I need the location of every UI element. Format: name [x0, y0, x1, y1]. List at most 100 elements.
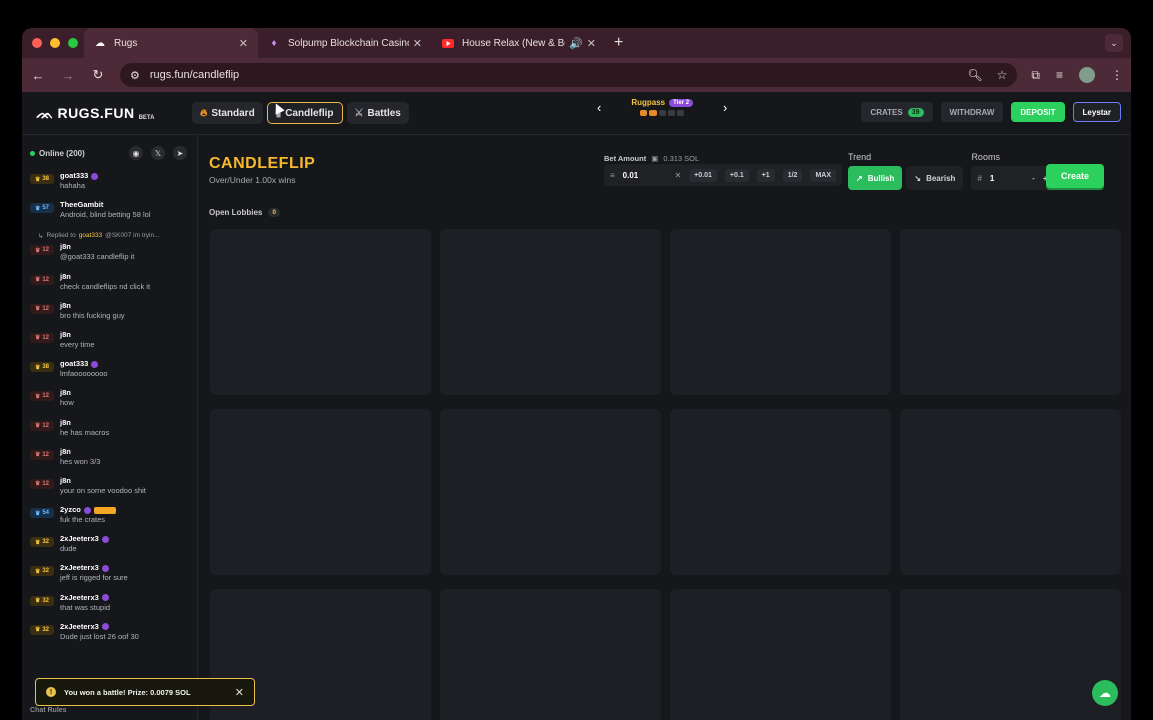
discord-icon[interactable]: ◉: [129, 146, 143, 160]
level-number: 12: [42, 305, 50, 312]
chat-message: ♛ 38 goat333 lmfaoooooooo: [30, 359, 189, 388]
chat-username[interactable]: j8n: [60, 301, 71, 311]
chat-message: ♛ 12 j8n @goat333 candleflip it: [30, 242, 189, 271]
battle-win-toast: ! You won a battle! Prize: 0.0079 SOL ✕: [35, 678, 255, 706]
site-logo[interactable]: ᨏ RUGS.FUN BETA: [36, 105, 192, 122]
chat-username[interactable]: goat333: [60, 359, 88, 369]
bet-max-button[interactable]: MAX: [810, 168, 836, 182]
bookmark-star-icon[interactable]: ☆: [997, 68, 1008, 82]
online-count: Online (200): [30, 149, 85, 158]
close-tab-icon[interactable]: ✕: [239, 37, 248, 50]
maximize-window-button[interactable]: [68, 38, 78, 48]
address-bar[interactable]: ⚙ rugs.fun/candleflip 🔍︎ ☆: [120, 63, 1018, 87]
speaker-icon[interactable]: 🔊: [569, 37, 583, 50]
rugpass-progress[interactable]: Rugpass Tier 2: [631, 98, 694, 116]
level-badge: ♛ 32: [30, 566, 54, 577]
rugpass-next-chevron-icon[interactable]: ›: [723, 100, 727, 115]
chat-message: ♛ 12 j8n how: [30, 388, 189, 417]
lobby-placeholder-card: [900, 589, 1121, 720]
open-lobbies-header: Open Lobbies 0: [209, 208, 280, 217]
chat-username[interactable]: 2xJeeterx3: [60, 534, 99, 544]
crown-icon: ♛: [34, 423, 41, 429]
profile-avatar[interactable]: [1079, 67, 1095, 83]
new-tab-icon[interactable]: +: [614, 34, 623, 52]
tab-youtube[interactable]: House Relax (New & Best 🔊 ✕: [432, 28, 606, 58]
level-badge: ♛ 12: [30, 274, 54, 285]
browser-menu-icon[interactable]: ⋮: [1111, 68, 1123, 82]
tab-battles[interactable]: ⚔ Battles: [346, 102, 409, 124]
level-badge: ♛ 54: [30, 508, 54, 519]
close-window-button[interactable]: [32, 38, 42, 48]
bet-amount-value[interactable]: 0.01: [623, 171, 667, 180]
support-chat-button[interactable]: ☁: [1092, 680, 1118, 706]
tab-rugs[interactable]: ☁ Rugs ✕: [84, 28, 258, 58]
toast-message: You won a battle! Prize: 0.0079 SOL: [64, 687, 191, 697]
rugpass-widget: ‹ Rugpass Tier 2 ›: [597, 98, 727, 116]
forward-arrow-icon[interactable]: →: [60, 68, 76, 83]
chat-message: ♛ 32 2xJeeterx3 that was stupid: [30, 593, 189, 622]
chat-username[interactable]: goat333: [60, 171, 88, 181]
chat-username[interactable]: j8n: [60, 272, 71, 282]
rugpass-prev-chevron-icon[interactable]: ‹: [597, 100, 601, 115]
telegram-icon[interactable]: ➤: [173, 146, 187, 160]
site-info-icon[interactable]: ⚙: [130, 69, 140, 82]
open-lobbies-count: 0: [268, 208, 280, 217]
clear-bet-icon[interactable]: ✕: [674, 171, 681, 180]
reply-prefix: Replied to: [46, 232, 76, 240]
crown-icon: ♛: [34, 277, 41, 284]
minimize-window-button[interactable]: [50, 38, 60, 48]
media-controls-icon[interactable]: ≡: [1056, 68, 1063, 82]
extensions-icon[interactable]: ⧉: [1031, 68, 1040, 83]
chat-message: ♛ 32 2xJeeterx3 jeff is rigged for sure: [30, 563, 189, 592]
rooms-decrement-button[interactable]: -: [1032, 174, 1035, 183]
deposit-button[interactable]: DEPOSIT: [1011, 102, 1065, 122]
tab-standard[interactable]: 🔥︎ Standard: [192, 102, 263, 124]
verified-icon: [91, 172, 99, 180]
chat-text: every time: [60, 339, 95, 349]
chat-username[interactable]: 2xJeeterx3: [60, 622, 99, 632]
chat-username[interactable]: j8n: [60, 388, 71, 398]
chat-username[interactable]: j8n: [60, 242, 71, 252]
tab-title: Solpump Blockchain Casino |: [288, 37, 409, 49]
crates-button[interactable]: CRATES 39: [861, 102, 933, 122]
close-tab-icon[interactable]: ✕: [587, 37, 596, 50]
bet-add-0.01-button[interactable]: +0.01: [689, 168, 717, 182]
site-header: ᨏ RUGS.FUN BETA 🔥︎ Standard ▮ Candleflip…: [22, 92, 1131, 135]
reply-arrow-icon: ↳: [38, 232, 44, 240]
chat-rules-link[interactable]: Chat Rules: [30, 707, 67, 714]
bet-add-1-button[interactable]: +1: [756, 168, 775, 182]
url-text[interactable]: rugs.fun/candleflip: [150, 69, 958, 81]
chat-username[interactable]: TheeGambit: [60, 200, 103, 210]
chat-username[interactable]: j8n: [60, 447, 71, 457]
chat-username[interactable]: j8n: [60, 476, 71, 486]
crates-count-badge: 39: [907, 107, 924, 117]
tab-search-chevron-icon[interactable]: ⌄: [1105, 34, 1123, 52]
zoom-icon[interactable]: 🔍︎: [967, 68, 982, 82]
bet-half-button[interactable]: 1/2: [782, 168, 803, 182]
chat-username[interactable]: 2xJeeterx3: [60, 593, 99, 603]
rooms-value[interactable]: 1: [990, 174, 1024, 183]
close-tab-icon[interactable]: ✕: [413, 37, 422, 50]
rooms-stepper[interactable]: # 1 - +: [971, 166, 1054, 190]
chat-messages[interactable]: ♛ 38 goat333 hahaha ♛ 57 TheeGambit Android, bl…: [22, 171, 197, 651]
bearish-button[interactable]: ↘ Bearish: [906, 166, 964, 190]
bullish-button[interactable]: ↗ Bullish: [848, 166, 903, 190]
tab-solpump[interactable]: ♦ Solpump Blockchain Casino | ✕: [258, 28, 432, 58]
back-arrow-icon[interactable]: ←: [30, 68, 46, 83]
level-number: 12: [42, 393, 50, 400]
bet-amount-input[interactable]: ≡ 0.01 ✕ +0.01 +0.1 +1 1/2 MAX: [604, 164, 842, 186]
crown-icon: ♛: [34, 539, 41, 546]
bet-add-0.1-button[interactable]: +0.1: [724, 168, 749, 182]
reload-icon[interactable]: ↻: [90, 67, 106, 83]
chat-username[interactable]: 2yzco: [60, 505, 81, 515]
create-button[interactable]: Create: [1046, 164, 1104, 188]
user-profile-button[interactable]: Leystar: [1072, 102, 1121, 122]
chat-username[interactable]: j8n: [60, 418, 71, 428]
withdraw-button[interactable]: WITHDRAW: [940, 102, 1004, 122]
close-toast-icon[interactable]: ✕: [235, 686, 244, 699]
x-twitter-icon[interactable]: 𝕏: [151, 146, 165, 160]
tab-strip: ☁ Rugs ✕ ♦ Solpump Blockchain Casino | ✕…: [22, 28, 1131, 58]
chat-username[interactable]: 2xJeeterx3: [60, 563, 99, 573]
page-subtitle: Over/Under 1.00x wins: [209, 175, 296, 185]
chat-username[interactable]: j8n: [60, 330, 71, 340]
